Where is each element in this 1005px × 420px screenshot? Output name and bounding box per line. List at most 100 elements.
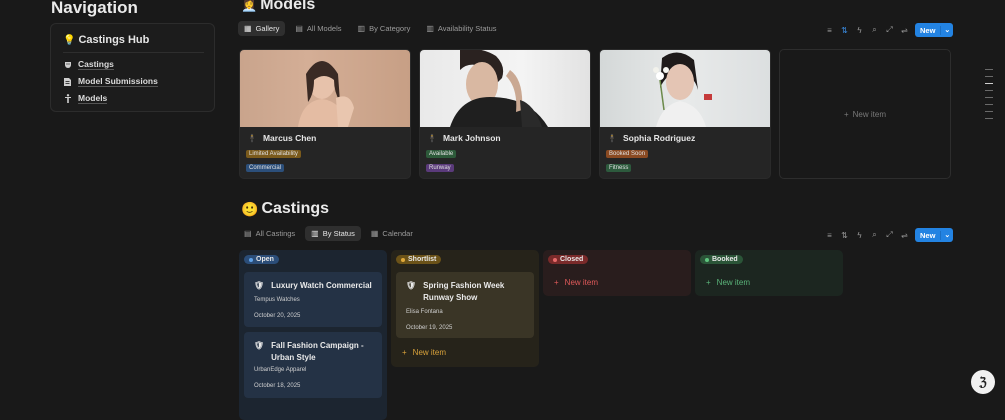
tab-label: Gallery [255,24,280,33]
tab-by-category[interactable]: ▥ By Category [352,21,417,36]
castings-toolbar: ≡ ⇅ ϟ ⌕ ⤢ ⇌ New ⌄ [825,228,954,242]
status-badge: Booked [700,255,743,264]
casting-card[interactable]: 🛡 Luxury Watch Commercial Tempus Watches … [244,272,382,327]
model-name-text: Mark Johnson [442,133,501,143]
status-label: Closed [560,256,584,263]
model-name: 🕴 Sophia Rodriguez [607,133,695,143]
model-card[interactable]: 🕴 Sophia Rodriguez Booked Soon Fitness [599,49,771,179]
model-photo [600,50,770,127]
calendar-icon: ▦ [370,229,379,238]
person-icon [63,94,72,103]
mask-icon: 🛡 [254,341,265,350]
sort-icon[interactable]: ⇅ [840,231,849,240]
mask-icon: 🛡 [406,281,417,290]
tab-gallery[interactable]: ▦ Gallery [238,21,286,36]
sort-icon[interactable]: ⇅ [840,26,849,35]
shortlist-new-item[interactable]: + New item [402,348,446,357]
models-new-button[interactable]: New ⌄ [915,23,954,37]
lightning-icon[interactable]: ϟ [855,26,864,35]
tab-label: By Category [369,24,411,33]
status-label: Booked [712,256,738,263]
castings-new-button[interactable]: New ⌄ [915,228,954,242]
settings-sliders-icon[interactable]: ⇌ [900,231,909,240]
category-tag: Commercial [246,164,285,172]
nav-item-model-submissions[interactable]: Model Submissions [63,76,158,87]
navigation-panel: 💡 Castings Hub Castings Model Submission… [50,23,215,112]
nav-item-label: Models [78,93,108,104]
casting-date: October 19, 2025 [406,325,453,331]
tab-availability-status[interactable]: ▥ Availability Status [420,21,502,36]
model-name: 🕴 Mark Johnson [427,133,501,143]
kanban-column-closed: Closed + New item [543,250,691,296]
divider [63,52,204,53]
castings-hub-link[interactable]: 💡 Castings Hub [63,34,149,46]
tab-by-status[interactable]: ▥ By Status [305,226,361,241]
model-name-text: Sophia Rodriguez [622,133,696,143]
new-item-label: New item [564,278,599,287]
category-tag: Fitness [606,164,632,172]
nav-item-models[interactable]: Models [63,93,108,104]
page-outline-scrollbar[interactable] [985,69,993,125]
casting-card[interactable]: 🛡 Spring Fashion Week Runway Show Elisa F… [396,272,534,338]
castings-hub-label: Castings Hub [78,34,150,46]
availability-tag: Available [426,150,457,158]
models-toolbar: ≡ ⇅ ϟ ⌕ ⤢ ⇌ New ⌄ [825,23,954,37]
booked-new-item[interactable]: + New item [706,278,750,287]
mask-icon [63,60,72,69]
category-tag: Runway [426,164,454,172]
settings-sliders-icon[interactable]: ⇌ [900,26,909,35]
help-assistant-button[interactable]: ℨ [971,370,995,394]
casting-title: 🛡 Fall Fashion Campaign - Urban Style [254,340,374,364]
availability-tag: Booked Soon [606,150,649,158]
smiley-icon: 🙂 [241,200,259,217]
status-label: Shortlist [408,256,437,263]
chevron-down-icon[interactable]: ⌄ [941,231,953,239]
status-badge: Open [244,255,279,264]
nav-item-label: Castings [78,59,114,70]
casting-client: Tempus Watches [254,297,300,303]
plus-icon: + [706,278,711,287]
model-card[interactable]: 🕴 Marcus Chen Limited Availability Comme… [239,49,411,179]
tab-label: All Castings [255,229,296,238]
new-item-label: New item [852,109,886,119]
model-emoji-icon: 👩‍💼 [241,0,258,12]
nav-item-castings[interactable]: Castings [63,59,114,70]
navigation-title: Navigation [51,0,138,17]
models-view-tabs: ▦ Gallery ▤ All Models ▥ By Category ▥ A… [238,21,503,36]
lightbulb-person-icon: 💡 [63,34,76,46]
plus-icon: + [554,278,559,287]
search-icon[interactable]: ⌕ [870,25,879,35]
tab-all-castings[interactable]: ▤ All Castings [238,226,301,241]
model-photo [420,50,590,127]
expand-icon[interactable]: ⤢ [885,230,894,240]
plus-icon: + [402,348,407,357]
casting-title-text: Fall Fashion Campaign - Urban Style [271,341,364,362]
new-item-label: New item [412,348,447,357]
tab-all-models[interactable]: ▤ All Models [289,21,347,36]
closed-new-item[interactable]: + New item [554,278,598,287]
lightning-icon[interactable]: ϟ [855,231,864,240]
casting-title-text: Luxury Watch Commercial [271,281,372,290]
casting-title: 🛡 Spring Fashion Week Runway Show [406,280,526,304]
new-button-label: New [915,230,942,240]
plus-icon: + [843,109,849,119]
mask-icon: 🛡 [254,281,265,290]
board-icon: ▥ [426,24,434,33]
casting-card[interactable]: 🛡 Fall Fashion Campaign - Urban Style Urb… [244,332,382,398]
filter-icon[interactable]: ≡ [825,231,834,240]
assistant-face-icon: ℨ [979,375,987,389]
board-icon: ▥ [311,229,319,238]
new-item-label: New item [716,278,751,287]
document-icon [63,77,72,86]
model-card[interactable]: 🕴 Mark Johnson Available Runway [419,49,591,179]
table-icon: ▤ [244,229,252,238]
models-new-item[interactable]: + New item [779,49,951,179]
chevron-down-icon[interactable]: ⌄ [941,26,953,34]
casting-client: Elisa Fontana [406,309,443,315]
expand-icon[interactable]: ⤢ [885,25,894,35]
filter-icon[interactable]: ≡ [825,26,834,35]
new-button-label: New [915,25,942,35]
status-badge: Shortlist [396,255,442,264]
tab-calendar[interactable]: ▦ Calendar [365,226,419,241]
search-icon[interactable]: ⌕ [870,230,879,240]
